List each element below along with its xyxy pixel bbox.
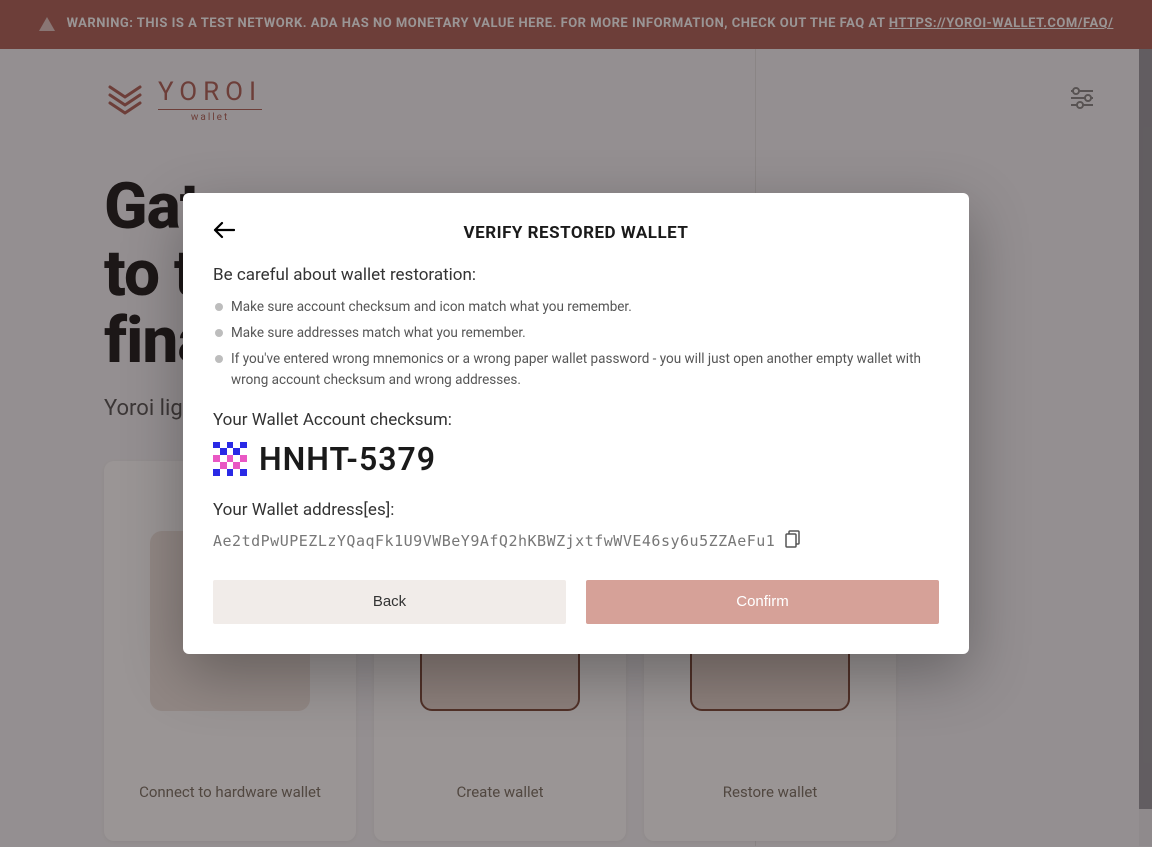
back-button[interactable]: Back (213, 580, 566, 624)
list-item: If you've entered wrong mnemonics or a w… (213, 349, 939, 392)
back-arrow-icon[interactable] (213, 221, 235, 243)
modal-buttons: Back Confirm (213, 580, 939, 624)
list-item: Make sure addresses match what you remem… (213, 323, 939, 345)
modal-bullet-list: Make sure account checksum and icon matc… (213, 297, 939, 391)
wallet-identicon-icon (213, 442, 247, 476)
checksum-row: HNHT-5379 (213, 440, 939, 478)
address-row: Ae2tdPwUPEZLzYQaqFk1U9VWBeY9AfQ2hKBWZjxt… (213, 530, 939, 552)
list-item: Make sure account checksum and icon matc… (213, 297, 939, 319)
confirm-button[interactable]: Confirm (586, 580, 939, 624)
modal-title: VERIFY RESTORED WALLET (213, 223, 939, 243)
copy-icon[interactable] (785, 530, 801, 552)
checksum-value: HNHT-5379 (259, 440, 436, 478)
verify-wallet-modal: VERIFY RESTORED WALLET Be careful about … (183, 193, 969, 653)
modal-warning-heading: Be careful about wallet restoration: (213, 265, 939, 285)
modal-overlay: VERIFY RESTORED WALLET Be careful about … (0, 0, 1152, 847)
checksum-label: Your Wallet Account checksum: (213, 410, 939, 430)
address-label: Your Wallet address[es]: (213, 500, 939, 520)
wallet-address: Ae2tdPwUPEZLzYQaqFk1U9VWBeY9AfQ2hKBWZjxt… (213, 532, 775, 550)
